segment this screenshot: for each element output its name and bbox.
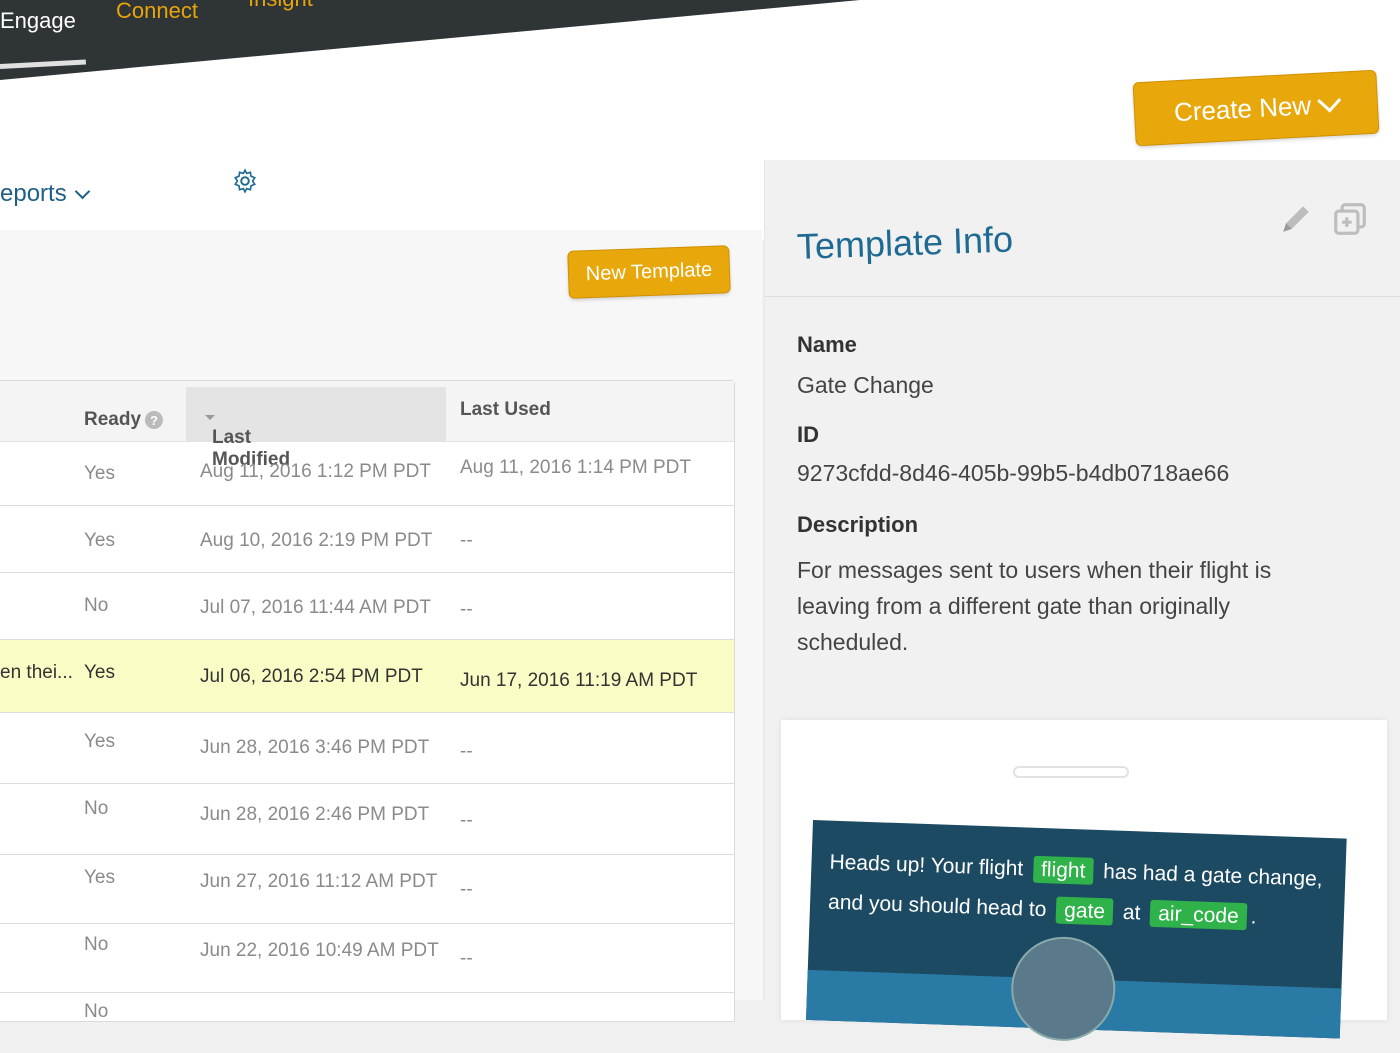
column-header-ready[interactable]: Ready ? <box>84 409 164 431</box>
cell-ready: No <box>84 934 109 955</box>
table-row[interactable]: No Jul 07, 2016 11:44 AM PDT -- <box>0 573 734 640</box>
message-text-part: Heads up! Your flight <box>829 850 1024 881</box>
message-bubble: Heads up! Your flight flight has had a g… <box>806 820 1347 1043</box>
cell-last-modified: Jun 28, 2016 3:46 PM PDT <box>200 737 430 758</box>
table-row[interactable]: Yes Aug 11, 2016 1:12 PM PDT Aug 11, 201… <box>0 441 734 506</box>
message-preview: Heads up! Your flight flight has had a g… <box>781 720 1387 1043</box>
table-row[interactable]: Yes Jun 27, 2016 11:12 AM PDT -- <box>0 855 734 924</box>
table-row-selected[interactable]: en thei... Yes Jul 06, 2016 2:54 PM PDT … <box>0 640 734 713</box>
duplicate-icon[interactable] <box>1331 200 1369 238</box>
sort-desc-icon <box>205 415 215 421</box>
variable-tag-gate[interactable]: gate <box>1055 896 1114 926</box>
variable-tag-air-code[interactable]: air_code <box>1149 899 1248 931</box>
new-template-button[interactable]: New Template <box>567 245 731 299</box>
message-text-part: at <box>1122 900 1141 925</box>
cell-ready: Yes <box>84 463 115 484</box>
cell-last-used: -- <box>460 948 473 969</box>
create-new-button[interactable]: Create New <box>1132 69 1380 147</box>
chevron-down-icon <box>74 183 90 199</box>
message-text: Heads up! Your flight flight has had a g… <box>827 843 1329 940</box>
create-new-label: Create New <box>1173 89 1312 127</box>
cell-last-modified: Jun 22, 2016 10:49 AM PDT <box>200 940 439 961</box>
name-value: Gate Change <box>797 372 934 398</box>
column-header-label: Ready <box>84 409 142 430</box>
cell-last-used: -- <box>460 741 473 762</box>
cell-last-used: Jun 17, 2016 11:19 AM PDT <box>460 670 698 691</box>
panel-title: Template Info <box>796 218 1014 267</box>
variable-tag-flight[interactable]: flight <box>1032 855 1094 885</box>
new-template-label: New Template <box>585 258 713 285</box>
column-header-last-used[interactable]: Last Used <box>460 399 551 421</box>
divider <box>765 296 1400 297</box>
reports-dropdown[interactable]: eports <box>0 180 90 208</box>
cell-last-used: -- <box>460 810 473 831</box>
cell-last-used: -- <box>460 599 473 620</box>
column-header-last-modified[interactable]: Last Modified <box>186 387 446 470</box>
id-value: 9273cfdd-8d46-405b-99b5-b4db0718ae66 <box>797 460 1230 486</box>
drag-handle[interactable] <box>1013 766 1129 778</box>
template-table: Ready ? Last Modified Last Used Yes Aug … <box>0 380 735 1022</box>
table-row[interactable]: Yes Jun 28, 2016 3:46 PM PDT -- <box>0 713 734 784</box>
cell-last-modified: Jun 27, 2016 11:12 AM PDT <box>200 871 438 892</box>
cell-last-modified: Aug 11, 2016 1:12 PM PDT <box>200 461 431 482</box>
cell-ready: Yes <box>84 662 115 683</box>
cell-name: en thei... <box>0 662 73 683</box>
table-row[interactable]: Yes Aug 10, 2016 2:19 PM PDT -- <box>0 506 734 573</box>
table-row[interactable]: No <box>0 993 734 1053</box>
template-info-panel: Template Info Name Gate Change ID 9273cf… <box>764 160 1400 1043</box>
reports-label: eports <box>0 180 67 207</box>
cell-last-modified: Jun 28, 2016 2:46 PM PDT <box>200 804 430 825</box>
table-header: Ready ? Last Modified Last Used <box>0 381 734 470</box>
cell-ready: No <box>84 595 109 616</box>
message-text-part: . <box>1250 905 1257 929</box>
nav-connect[interactable]: Connect <box>116 0 198 24</box>
gear-icon[interactable] <box>232 168 258 194</box>
cell-ready: No <box>84 798 109 819</box>
cell-ready: Yes <box>84 867 115 888</box>
description-label: Description <box>797 512 919 537</box>
cell-ready: Yes <box>84 530 115 551</box>
chevron-down-icon <box>1317 88 1342 113</box>
cell-last-used: -- <box>460 879 473 900</box>
help-icon[interactable]: ? <box>145 411 164 429</box>
cell-ready: No <box>84 1001 109 1022</box>
description-value: For messages sent to users when their fl… <box>797 557 1272 655</box>
cell-last-modified: Jul 07, 2016 11:44 AM PDT <box>200 597 431 618</box>
cell-ready: Yes <box>84 731 115 752</box>
cell-last-modified: Jul 06, 2016 2:54 PM PDT <box>200 666 423 687</box>
nav-engage[interactable]: Engage <box>0 8 76 34</box>
cell-last-used: -- <box>460 530 473 551</box>
id-label: ID <box>797 422 819 447</box>
table-row[interactable]: No Jun 28, 2016 2:46 PM PDT -- <box>0 784 734 855</box>
pencil-icon[interactable] <box>1279 202 1313 236</box>
name-label: Name <box>797 332 857 357</box>
table-row[interactable]: No Jun 22, 2016 10:49 AM PDT -- <box>0 924 734 993</box>
cell-last-used: Aug 11, 2016 1:14 PM PDT <box>460 457 691 478</box>
cell-last-modified: Aug 10, 2016 2:19 PM PDT <box>200 530 433 551</box>
nav-insight[interactable]: Insight <box>248 0 313 12</box>
top-nav: Engage Connect Insight <box>0 0 860 80</box>
